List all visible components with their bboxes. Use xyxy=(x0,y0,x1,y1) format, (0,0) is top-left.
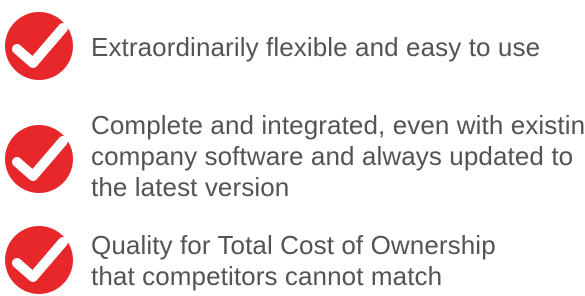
red-check-icon xyxy=(4,225,74,295)
feature-text-line: Extraordinarily flexible and easy to use xyxy=(91,32,541,62)
feature-text: Extraordinarily flexible and easy to use xyxy=(91,32,581,63)
feature-text-line: the latest version xyxy=(91,172,290,202)
red-check-icon xyxy=(4,124,74,194)
red-check-icon xyxy=(4,11,74,81)
feature-text-line: Quality for Total Cost of Ownership xyxy=(91,230,496,260)
feature-text: Complete and integrated, even with exist… xyxy=(91,110,585,203)
feature-text-line: Complete and integrated, even with exist… xyxy=(91,110,585,140)
feature-list: Extraordinarily flexible and easy to use… xyxy=(0,0,585,296)
feature-text-line: company software and always updated to xyxy=(91,141,574,171)
feature-text-line: that competitors cannot match xyxy=(91,261,443,291)
feature-text: Quality for Total Cost of Ownership that… xyxy=(91,230,581,292)
